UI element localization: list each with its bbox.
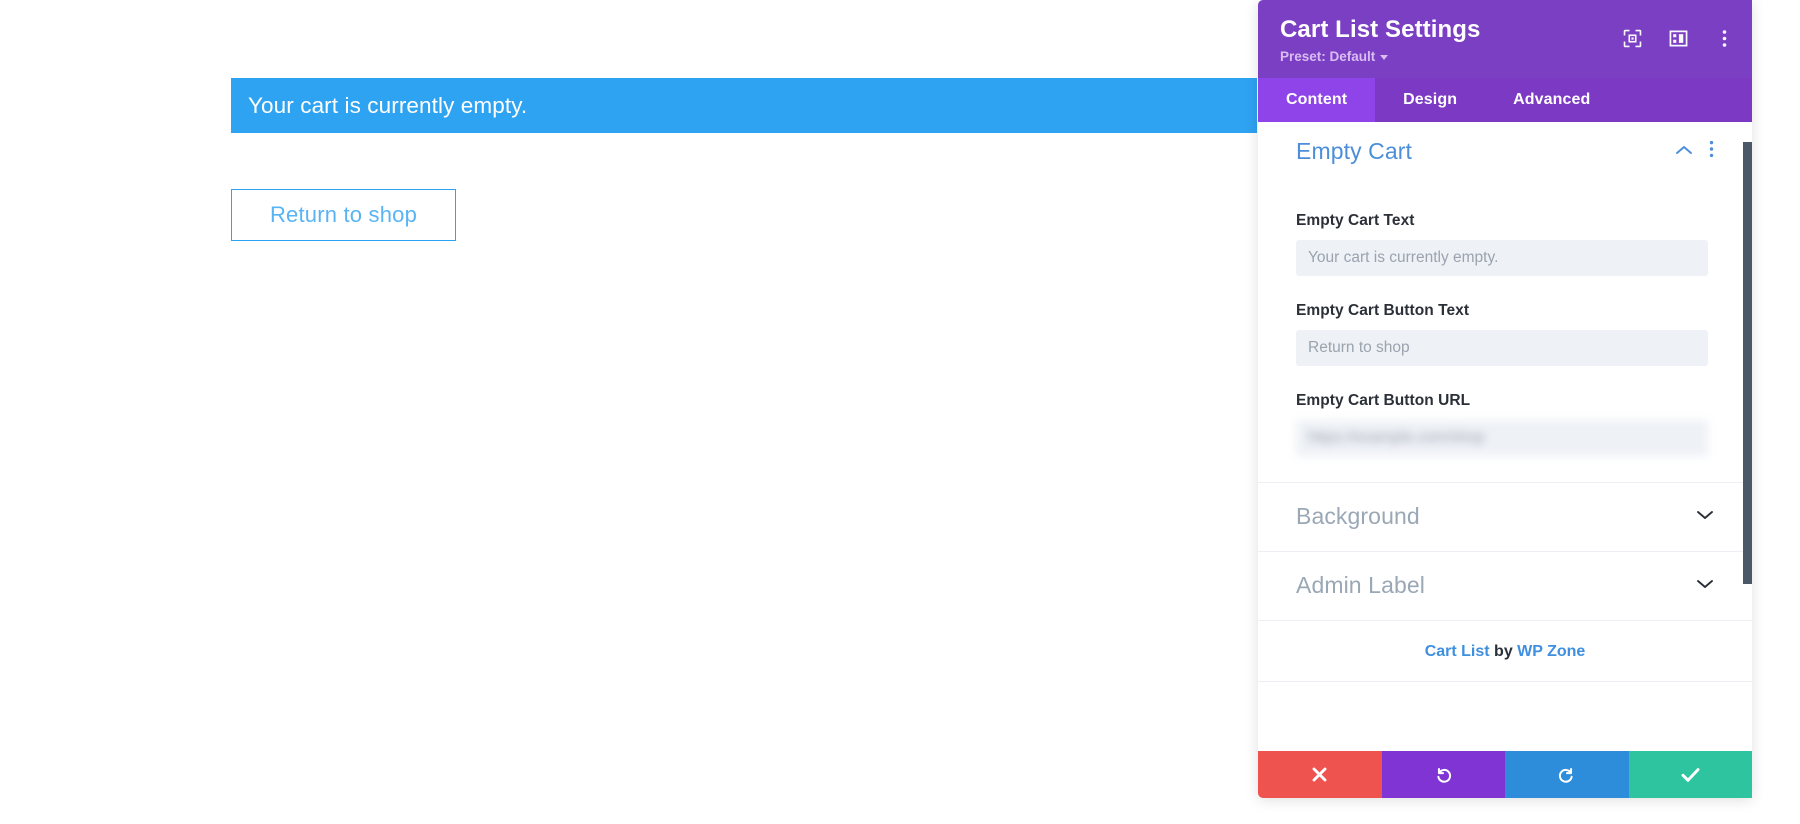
focus-icon[interactable] [1622, 28, 1642, 48]
discard-button[interactable] [1258, 751, 1382, 798]
panel-scrollbar-thumb[interactable] [1743, 141, 1752, 584]
empty-cart-fields: Empty Cart Text Empty Cart Button Text E… [1258, 182, 1752, 482]
return-to-shop-button[interactable]: Return to shop [231, 189, 456, 241]
chevron-down-icon [1380, 54, 1389, 60]
panel-footer [1258, 751, 1752, 798]
section-actions-empty-cart [1675, 140, 1714, 163]
check-icon [1681, 767, 1700, 783]
field-wrap-empty-cart-button-text [1296, 329, 1714, 366]
redo-button[interactable] [1505, 751, 1629, 798]
field-wrap-empty-cart-text [1296, 239, 1714, 276]
module-credit: Cart List by WP Zone [1258, 621, 1752, 681]
label-empty-cart-button-url: Empty Cart Button URL [1296, 391, 1471, 409]
tab-content[interactable]: Content [1258, 77, 1376, 122]
layout-panel-icon[interactable] [1668, 28, 1688, 48]
cart-list-settings-panel: Cart List Settings Preset: Default Conte… [1258, 0, 1752, 798]
empty-cart-notice-text: Your cart is currently empty. [248, 92, 528, 118]
section-header-admin-label[interactable]: Admin Label [1258, 552, 1752, 620]
section-more-vertical-icon[interactable] [1709, 140, 1714, 163]
preset-label: Preset: Default [1280, 48, 1376, 64]
tab-advanced[interactable]: Advanced [1485, 78, 1618, 122]
tab-design[interactable]: Design [1375, 78, 1485, 122]
section-header-background[interactable]: Background [1258, 483, 1752, 551]
panel-header-icons [1622, 28, 1734, 48]
panel-body: Empty Cart Empty Cart Text Your cart is … [1258, 121, 1752, 751]
credit-author-link[interactable]: WP Zone [1517, 643, 1585, 660]
label-empty-cart-button-text: Empty Cart Button Text [1296, 301, 1470, 319]
chevron-down-icon-admin-label[interactable] [1696, 577, 1714, 595]
credit-by-text: by [1489, 642, 1518, 660]
input-empty-cart-button-text[interactable] [1296, 329, 1708, 366]
preset-selector[interactable]: Preset: Default [1280, 48, 1389, 64]
chevron-down-icon-background[interactable] [1696, 508, 1714, 526]
credit-module-link[interactable]: Cart List [1425, 643, 1490, 660]
settings-scroll-area: Empty Cart Empty Cart Text Your cart is … [1258, 122, 1752, 751]
input-empty-cart-button-url[interactable] [1296, 419, 1708, 456]
panel-tabs: Content Design Advanced [1258, 77, 1752, 122]
section-title-admin-label: Admin Label [1296, 572, 1425, 599]
panel-header: Cart List Settings Preset: Default [1258, 0, 1752, 78]
field-wrap-empty-cart-button-url [1296, 419, 1714, 456]
section-divider-4 [1258, 680, 1752, 682]
section-title-background: Background [1296, 503, 1420, 530]
label-empty-cart-text: Empty Cart Text [1296, 211, 1415, 229]
empty-cart-notice: Your cart is currently empty. [231, 78, 1257, 133]
more-vertical-icon[interactable] [1714, 28, 1734, 48]
panel-scrollbar[interactable] [1743, 122, 1752, 751]
section-title-empty-cart: Empty Cart [1296, 138, 1413, 165]
section-header-empty-cart[interactable]: Empty Cart [1258, 122, 1752, 182]
input-empty-cart-text[interactable] [1296, 239, 1708, 276]
chevron-up-icon[interactable] [1675, 143, 1693, 161]
save-button[interactable] [1628, 751, 1752, 798]
undo-button[interactable] [1381, 751, 1505, 798]
close-icon [1311, 766, 1328, 783]
undo-icon [1434, 765, 1453, 784]
redo-icon [1557, 765, 1576, 784]
